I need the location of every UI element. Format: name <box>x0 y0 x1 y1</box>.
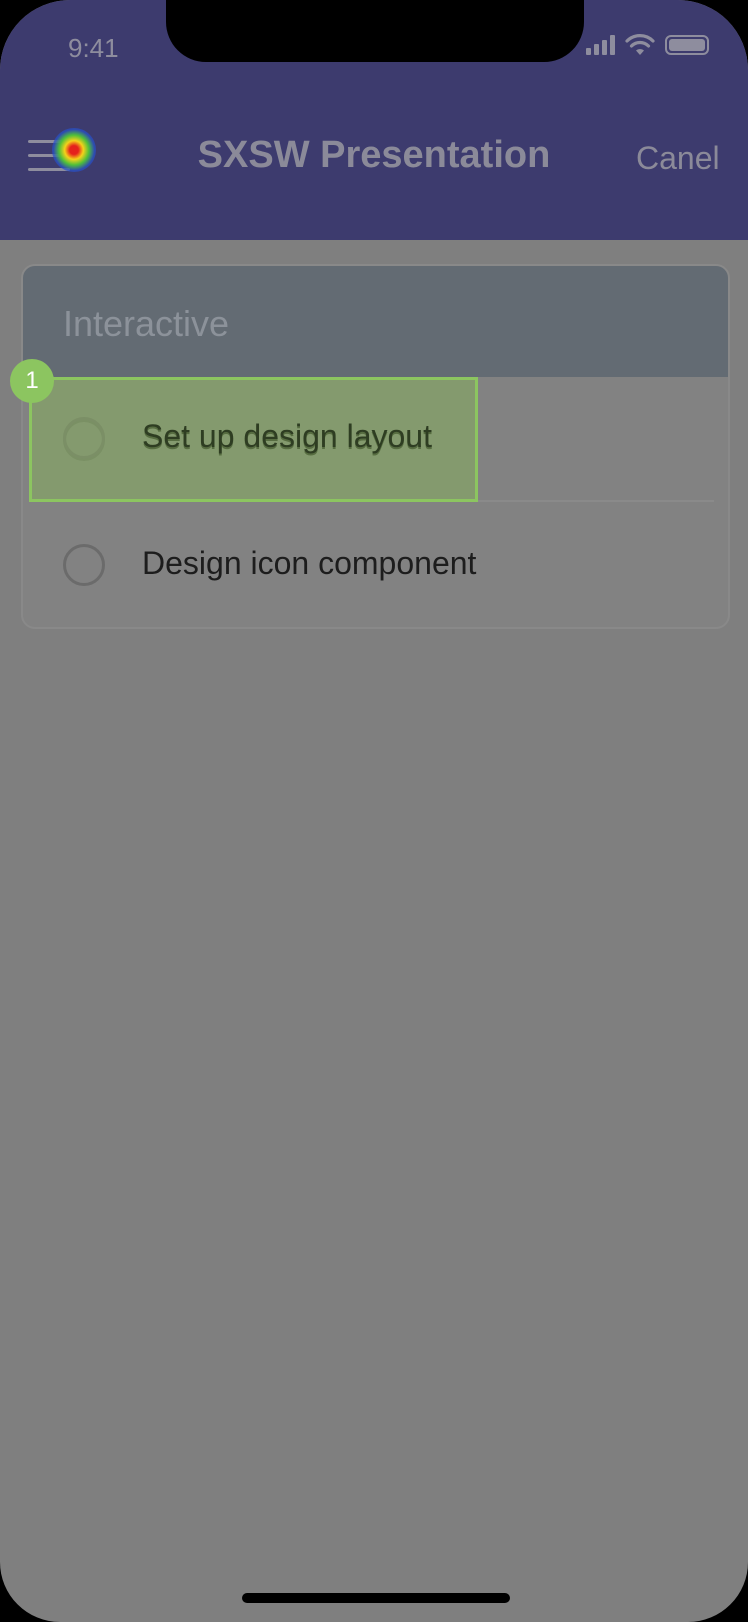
task-row[interactable]: Design icon component <box>23 502 728 627</box>
phone-screen: 9:41 SXSW Presentation Canel Interactive… <box>0 0 748 1622</box>
highlighted-task-checkbox[interactable] <box>63 417 105 459</box>
card-header: Interactive <box>23 266 728 377</box>
highlighted-task-label: Set up design layout <box>142 418 432 454</box>
status-time: 9:41 <box>68 33 119 63</box>
tutorial-highlight[interactable]: Set up design layout <box>29 377 478 502</box>
task-checkbox[interactable] <box>63 544 105 586</box>
step-number-badge: 1 <box>10 359 54 403</box>
device-notch <box>166 0 584 62</box>
home-indicator[interactable] <box>242 1593 510 1603</box>
cancel-button[interactable]: Canel <box>636 140 720 177</box>
card-header-label: Interactive <box>63 303 230 344</box>
status-icons <box>586 32 709 58</box>
wifi-icon <box>625 34 655 55</box>
task-label: Design icon component <box>142 545 477 581</box>
signal-icon <box>586 35 615 55</box>
battery-icon <box>665 35 709 55</box>
